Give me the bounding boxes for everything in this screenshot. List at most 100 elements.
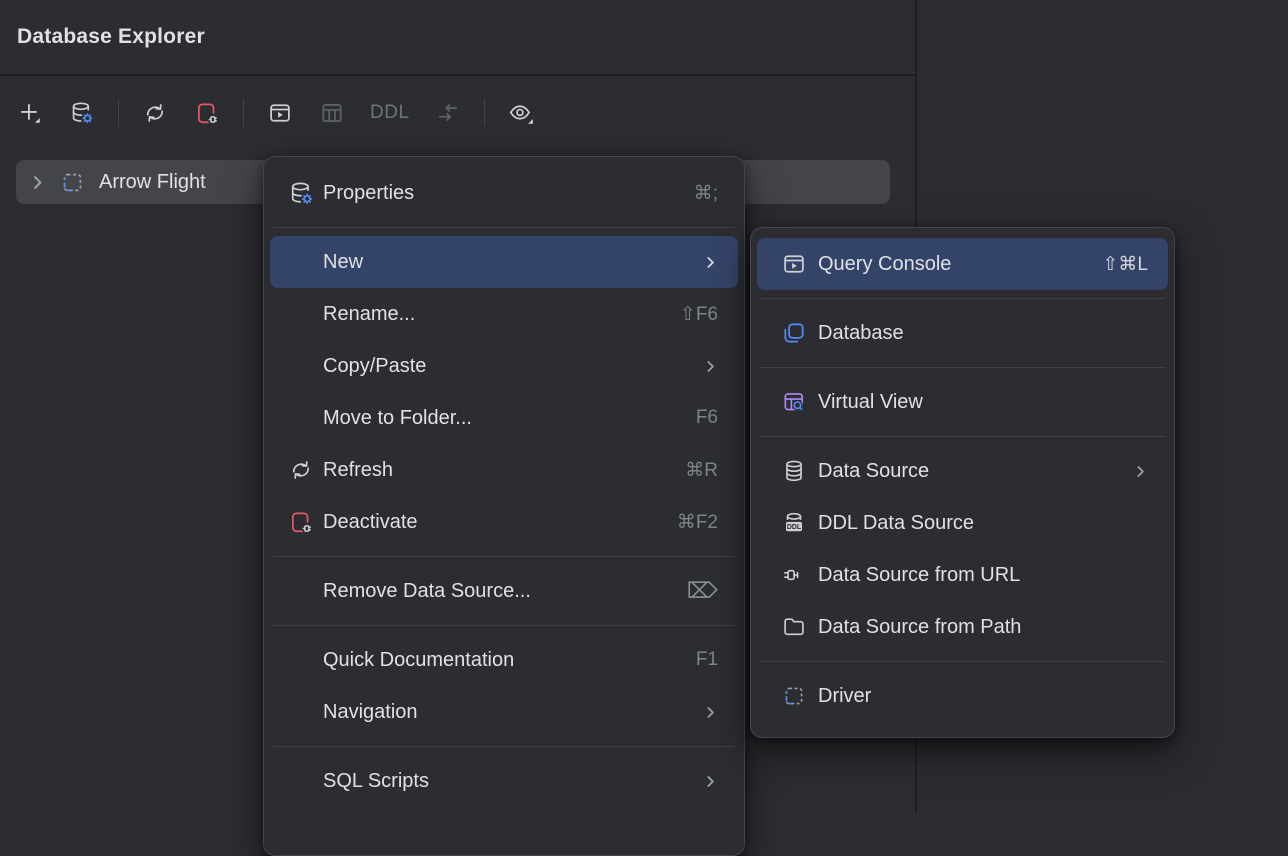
eye-icon xyxy=(507,100,535,126)
chevron-right-icon[interactable] xyxy=(29,174,46,191)
view-options-button[interactable] xyxy=(505,97,537,129)
shortcut-label: ⇧F6 xyxy=(680,303,718,326)
menu-item-refresh[interactable]: Refresh ⌘R xyxy=(264,444,744,496)
menu-item-label: Properties xyxy=(323,182,694,205)
plug-icon xyxy=(781,561,807,589)
tree-item-label: Arrow Flight xyxy=(99,171,206,194)
menu-item-deactivate[interactable]: Deactivate ⌘F2 xyxy=(264,496,744,548)
submenu-arrow-icon xyxy=(1133,464,1148,479)
menu-item-label: Move to Folder... xyxy=(323,407,696,430)
shortcut-label: F1 xyxy=(696,649,718,671)
menu-item-label: SQL Scripts xyxy=(323,770,703,793)
deactivate-icon xyxy=(194,100,220,126)
menu-item-label: Virtual View xyxy=(818,391,1148,414)
toolbar-separator xyxy=(243,99,244,127)
menu-item-move-to-folder[interactable]: Move to Folder... F6 xyxy=(264,392,744,444)
refresh-icon xyxy=(142,100,168,126)
submenu-item-data-source-from-url[interactable]: Data Source from URL xyxy=(751,549,1174,601)
submenu-item-virtual-view[interactable]: Virtual View xyxy=(751,376,1174,428)
menu-item-properties[interactable]: Properties ⌘; xyxy=(264,167,744,219)
menu-item-label: Data Source xyxy=(818,460,1133,483)
menu-separator xyxy=(273,746,735,747)
menu-separator xyxy=(760,436,1165,437)
menu-item-label: Query Console xyxy=(818,253,1103,276)
shortcut-label: ⌘R xyxy=(685,459,718,482)
query-console-icon xyxy=(781,250,807,278)
menu-item-new[interactable]: New xyxy=(270,236,738,288)
menu-separator xyxy=(273,227,735,228)
database-explorer-toolbar: DDL xyxy=(0,80,915,146)
table-editor-button[interactable] xyxy=(316,97,348,129)
menu-separator xyxy=(273,625,735,626)
menu-item-label: Data Source from URL xyxy=(818,564,1148,587)
shortcut-label: ⌘; xyxy=(694,182,718,205)
menu-item-label: Database xyxy=(818,322,1148,345)
menu-item-remove-data-source[interactable]: Remove Data Source... ⌦ xyxy=(264,565,744,617)
context-menu: Properties ⌘; New Rename... ⇧F6 Copy/Pas… xyxy=(263,156,745,856)
toolbar-separator xyxy=(484,99,485,127)
new-submenu: Query Console ⇧⌘L Database xyxy=(750,227,1175,738)
ddl-label: DDL xyxy=(370,102,410,124)
submenu-arrow-icon xyxy=(703,359,718,374)
driver-icon xyxy=(59,169,86,196)
submenu-arrow-icon xyxy=(703,774,718,789)
database-schema-icon xyxy=(781,319,807,347)
menu-item-label: Navigation xyxy=(323,701,703,724)
menu-item-copy-paste[interactable]: Copy/Paste xyxy=(264,340,744,392)
shortcut-label: F6 xyxy=(696,407,718,429)
menu-item-label: Refresh xyxy=(323,459,685,482)
driver-icon xyxy=(781,682,807,710)
add-button[interactable] xyxy=(14,97,46,129)
menu-item-label: New xyxy=(323,251,703,274)
submenu-item-query-console[interactable]: Query Console ⇧⌘L xyxy=(757,238,1168,290)
submenu-arrow-icon xyxy=(703,705,718,720)
ddl-preview-button[interactable]: DDL xyxy=(368,97,412,129)
jump-to-console-button[interactable] xyxy=(432,97,464,129)
menu-item-label: Rename... xyxy=(323,303,680,326)
virtual-view-icon xyxy=(781,388,807,416)
database-gear-icon xyxy=(69,100,95,126)
jump-to-query-console-button[interactable] xyxy=(264,97,296,129)
menu-item-navigation[interactable]: Navigation xyxy=(264,686,744,738)
data-source-properties-button[interactable] xyxy=(66,97,98,129)
refresh-icon xyxy=(286,456,316,484)
menu-item-label: Remove Data Source... xyxy=(323,580,687,603)
svg-text:DDL: DDL xyxy=(787,524,802,531)
table-icon xyxy=(319,100,345,126)
menu-item-rename[interactable]: Rename... ⇧F6 xyxy=(264,288,744,340)
page-title: Database Explorer xyxy=(17,25,205,49)
menu-item-quick-documentation[interactable]: Quick Documentation F1 xyxy=(264,634,744,686)
shortcut-label: ⌘F2 xyxy=(677,511,718,534)
submenu-item-data-source-from-path[interactable]: Data Source from Path xyxy=(751,601,1174,653)
plus-icon xyxy=(17,100,43,126)
deactivate-button[interactable] xyxy=(191,97,223,129)
menu-item-label: Deactivate xyxy=(323,511,677,534)
delete-right-icon: ⌦ xyxy=(687,580,718,602)
menu-separator xyxy=(273,556,735,557)
folder-icon xyxy=(781,613,807,641)
toolbar-separator xyxy=(118,99,119,127)
menu-item-label: Data Source from Path xyxy=(818,616,1148,639)
deactivate-icon xyxy=(286,508,316,536)
database-gear-icon xyxy=(286,179,316,207)
submenu-item-data-source[interactable]: Data Source xyxy=(751,445,1174,497)
submenu-item-database[interactable]: Database xyxy=(751,307,1174,359)
tool-window-header: Database Explorer xyxy=(0,0,915,76)
menu-separator xyxy=(760,661,1165,662)
query-console-icon xyxy=(267,100,293,126)
ddl-database-icon: DDL xyxy=(781,509,807,537)
refresh-button[interactable] xyxy=(139,97,171,129)
submenu-arrow-icon xyxy=(703,255,718,270)
database-icon xyxy=(781,457,807,485)
jump-arrows-icon xyxy=(435,100,461,126)
menu-item-label: Copy/Paste xyxy=(323,355,703,378)
menu-item-label: DDL Data Source xyxy=(818,512,1148,535)
menu-item-label: Quick Documentation xyxy=(323,649,696,672)
menu-item-sql-scripts[interactable]: SQL Scripts xyxy=(264,755,744,807)
menu-item-label: Driver xyxy=(818,685,1148,708)
submenu-item-driver[interactable]: Driver xyxy=(751,670,1174,722)
submenu-item-ddl-data-source[interactable]: DDL DDL Data Source xyxy=(751,497,1174,549)
menu-separator xyxy=(760,367,1165,368)
menu-separator xyxy=(760,298,1165,299)
shortcut-label: ⇧⌘L xyxy=(1103,253,1149,276)
